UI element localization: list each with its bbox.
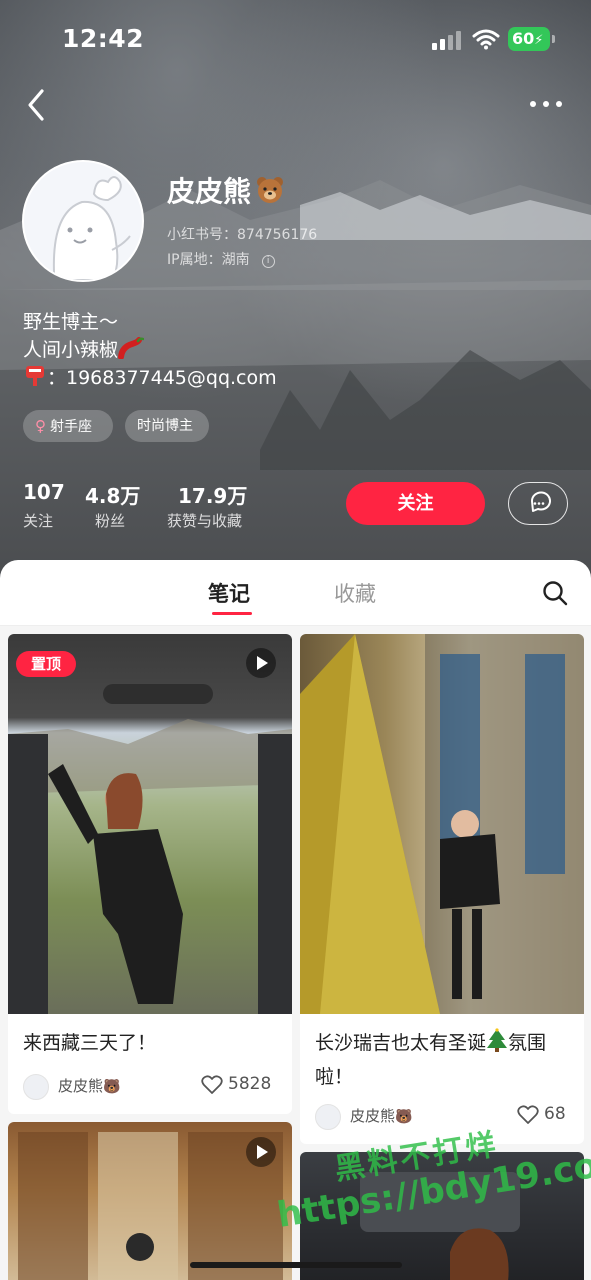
xhs-id: 小红书号：874756176 <box>167 227 318 243</box>
status-time: 12:42 <box>62 24 145 53</box>
note-cover-photo[interactable] <box>300 634 584 1014</box>
bio-line-1: 野生博主～ <box>23 311 119 333</box>
more-options-icon[interactable] <box>528 94 564 114</box>
tag-zodiac-label: 射手座 <box>50 419 92 435</box>
battery-level: 60 <box>512 29 535 48</box>
tag-fashion-blogger[interactable]: 时尚博主 <box>125 410 209 442</box>
author-avatar[interactable] <box>23 1074 49 1100</box>
pinned-badge: 置顶 <box>16 651 76 677</box>
author-name-text: 皮皮熊 <box>58 1077 104 1095</box>
author-name-text: 皮皮熊 <box>350 1107 396 1125</box>
tab-notes[interactable]: 笔记 <box>208 578 250 608</box>
default-avatar-icon <box>52 176 131 280</box>
nickname-text: 皮皮熊 <box>167 175 252 208</box>
profile-nickname: 皮皮熊 <box>167 170 285 210</box>
likes-collects-count[interactable]: 17.9万 <box>178 480 247 509</box>
bio-line-2-text: 人间小辣椒 <box>23 339 119 361</box>
note-cover-photo[interactable] <box>8 634 292 1014</box>
cover-illustration <box>8 684 292 1014</box>
battery-indicator: 60⚡ <box>508 27 550 51</box>
cover-illustration <box>300 634 584 1014</box>
tag-fashion-label: 时尚博主 <box>137 418 193 434</box>
author-name[interactable]: 皮皮熊🐻 <box>58 1075 120 1096</box>
note-title-text: 长沙瑞吉也太有圣诞 <box>315 1032 487 1054</box>
info-icon[interactable]: i <box>261 255 275 268</box>
postbox-icon <box>26 366 44 386</box>
message-button[interactable] <box>508 482 568 525</box>
bear-emoji-icon <box>257 177 284 203</box>
like-count: 5828 <box>228 1074 272 1094</box>
bio-email: ：1968377445@qq.com <box>47 367 277 389</box>
author-avatar[interactable] <box>315 1104 341 1130</box>
followers-label[interactable]: 粉丝 <box>95 510 125 531</box>
follow-button[interactable]: 关注 <box>346 482 485 525</box>
heart-icon[interactable] <box>201 1075 223 1095</box>
chat-bubble-icon <box>531 491 551 512</box>
likes-collects-label[interactable]: 获赞与收藏 <box>167 510 242 531</box>
profile-avatar[interactable] <box>22 160 144 282</box>
chili-pepper-icon <box>118 337 145 359</box>
christmas-tree-icon <box>487 1028 508 1052</box>
author-name[interactable]: 皮皮熊🐻 <box>350 1105 412 1126</box>
bio-line-2: 人间小辣椒 <box>23 335 145 362</box>
cellular-signal-icon <box>432 31 461 50</box>
battery-cap <box>552 35 555 43</box>
tab-collections[interactable]: 收藏 <box>334 578 376 608</box>
bio-line-3: ：1968377445@qq.com <box>23 363 277 390</box>
home-indicator[interactable] <box>190 1262 402 1268</box>
back-arrow-icon[interactable] <box>22 88 52 122</box>
ip-location: IP属地：湖南 <box>167 252 250 268</box>
video-play-icon <box>246 648 276 678</box>
followers-count[interactable]: 4.8万 <box>85 480 140 509</box>
following-label[interactable]: 关注 <box>23 510 53 531</box>
female-icon: ♀ <box>35 417 46 435</box>
note-title[interactable]: 长沙瑞吉也太有圣诞 氛围啦！ <box>315 1026 577 1094</box>
note-title[interactable]: 来西藏三天了！ <box>23 1026 283 1060</box>
active-tab-indicator <box>212 612 252 615</box>
ip-location-row: IP属地：湖南 i <box>167 249 275 269</box>
tag-zodiac[interactable]: ♀ 射手座 <box>23 410 113 442</box>
wifi-icon <box>472 29 500 50</box>
search-icon[interactable] <box>542 580 568 606</box>
following-count[interactable]: 107 <box>23 480 65 504</box>
